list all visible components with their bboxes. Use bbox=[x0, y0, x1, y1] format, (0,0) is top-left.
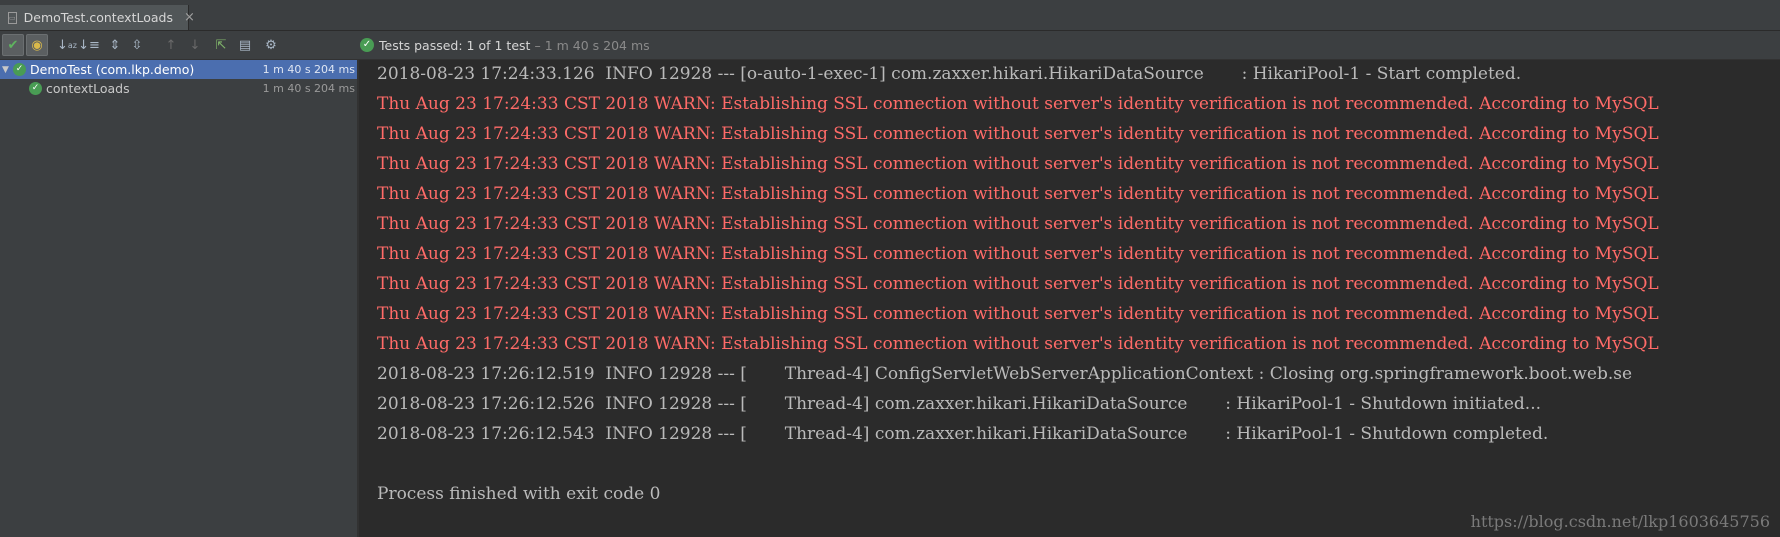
run-tab-bar: ▭ DemoTest.contextLoads × bbox=[0, 3, 1780, 31]
close-icon[interactable]: × bbox=[184, 10, 195, 25]
ignored-filter-icon[interactable]: ◉ bbox=[26, 34, 48, 56]
import-icon[interactable]: ▤ bbox=[234, 34, 256, 56]
tree-item-label: contextLoads bbox=[46, 81, 130, 96]
console-line: Thu Aug 23 17:24:33 CST 2018 WARN: Estab… bbox=[377, 184, 1659, 204]
console-line: Process finished with exit code 0 bbox=[377, 484, 661, 504]
test-tree: ▼ ✓ DemoTest (com.lkp.demo) 1 m 40 s 204… bbox=[0, 60, 357, 537]
test-status: ✓ Tests passed: 1 of 1 test – 1 m 40 s 2… bbox=[360, 31, 650, 59]
console-line: Thu Aug 23 17:24:33 CST 2018 WARN: Estab… bbox=[377, 214, 1659, 234]
status-duration: 1 m 40 s 204 ms bbox=[544, 37, 650, 53]
watermark: https://blog.csdn.net/lkp1603645756 bbox=[1470, 512, 1770, 531]
console-line: Thu Aug 23 17:24:33 CST 2018 WARN: Estab… bbox=[377, 274, 1659, 294]
run-tab-label: DemoTest.contextLoads bbox=[23, 10, 173, 25]
check-icon: ✓ bbox=[360, 38, 374, 52]
sort-duration-icon[interactable]: ↓≡ bbox=[78, 34, 100, 56]
console-line: Thu Aug 23 17:24:33 CST 2018 WARN: Estab… bbox=[377, 154, 1659, 174]
tree-item-label: DemoTest (com.lkp.demo) bbox=[30, 62, 195, 77]
status-separator: – bbox=[534, 37, 541, 53]
chevron-down-icon[interactable]: ▼ bbox=[2, 65, 10, 75]
sort-alpha-icon[interactable]: ↓ az bbox=[56, 34, 78, 56]
passed-filter-icon[interactable]: ✔ bbox=[2, 34, 24, 56]
test-runner-toolbar: ✔ ◉ ↓ az ↓≡ ⇕ ⇳ ↑ ↓ ⇱ ▤ ⚙ bbox=[0, 31, 1780, 60]
tree-item-time: 1 m 40 s 204 ms bbox=[262, 82, 355, 95]
console-output[interactable]: 2018-08-23 17:24:33.126 INFO 12928 --- [… bbox=[359, 60, 1780, 537]
status-of-text: of 1 test bbox=[478, 37, 531, 53]
console-line: Thu Aug 23 17:24:33 CST 2018 WARN: Estab… bbox=[377, 244, 1659, 264]
console-line: 2018-08-23 17:26:12.519 INFO 12928 --- [… bbox=[377, 364, 1633, 384]
passed-icon: ✓ bbox=[29, 82, 42, 95]
export-icon[interactable]: ⇱ bbox=[210, 34, 232, 56]
tree-item-time: 1 m 40 s 204 ms bbox=[262, 63, 355, 76]
expand-all-icon[interactable]: ⇕ bbox=[104, 34, 126, 56]
settings-icon[interactable]: ⚙ bbox=[260, 34, 282, 56]
console-line: 2018-08-23 17:24:33.126 INFO 12928 --- [… bbox=[377, 64, 1522, 84]
console-line: Thu Aug 23 17:24:33 CST 2018 WARN: Estab… bbox=[377, 334, 1659, 354]
collapse-all-icon[interactable]: ⇳ bbox=[126, 34, 148, 56]
previous-failed-icon[interactable]: ↑ bbox=[160, 34, 182, 56]
passed-icon: ✓ bbox=[13, 63, 26, 76]
console-line: Thu Aug 23 17:24:33 CST 2018 WARN: Estab… bbox=[377, 124, 1659, 144]
tree-item-contextloads[interactable]: ✓ contextLoads 1 m 40 s 204 ms bbox=[0, 79, 357, 98]
run-config-icon: ▭ bbox=[8, 11, 17, 24]
status-count: 1 bbox=[466, 37, 475, 53]
console-line: 2018-08-23 17:26:12.526 INFO 12928 --- [… bbox=[377, 394, 1542, 414]
run-tab[interactable]: ▭ DemoTest.contextLoads × bbox=[0, 5, 195, 30]
console-line: Thu Aug 23 17:24:33 CST 2018 WARN: Estab… bbox=[377, 304, 1659, 324]
tree-item-demotest[interactable]: ▼ ✓ DemoTest (com.lkp.demo) 1 m 40 s 204… bbox=[0, 60, 357, 79]
next-failed-icon[interactable]: ↓ bbox=[184, 34, 206, 56]
status-prefix: Tests passed: bbox=[379, 37, 463, 53]
console-line: 2018-08-23 17:26:12.543 INFO 12928 --- [… bbox=[377, 424, 1549, 444]
console-line: Thu Aug 23 17:24:33 CST 2018 WARN: Estab… bbox=[377, 94, 1659, 114]
